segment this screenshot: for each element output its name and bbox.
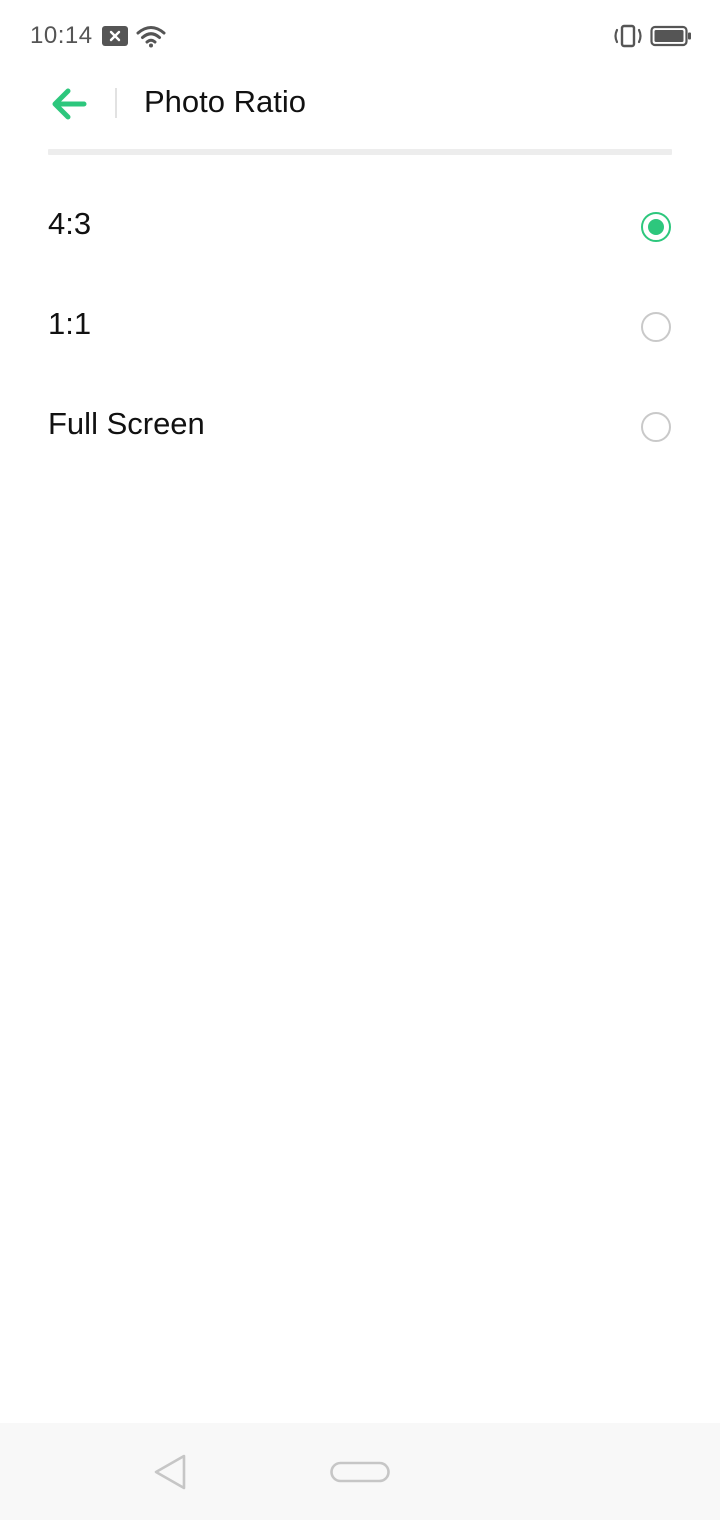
option-1-1[interactable]: 1:1 — [0, 276, 720, 376]
navigation-bar — [0, 1423, 720, 1520]
option-4-3[interactable]: 4:3 — [0, 176, 720, 276]
notification-icon — [102, 26, 128, 46]
radio-button[interactable] — [641, 412, 671, 442]
header-divider — [48, 149, 672, 155]
option-full-screen[interactable]: Full Screen — [0, 376, 720, 476]
option-label: 4:3 — [48, 206, 92, 241]
radio-button-checked[interactable] — [641, 212, 671, 242]
battery-icon — [650, 25, 691, 47]
back-button[interactable] — [44, 80, 96, 128]
page-title: Photo Ratio — [144, 84, 306, 119]
option-label: Full Screen — [48, 406, 205, 441]
vibrate-icon — [614, 24, 642, 48]
status-bar: 10:14 — [0, 0, 720, 72]
arrow-left-icon — [52, 88, 87, 120]
nav-back-icon[interactable] — [152, 1453, 188, 1491]
wifi-icon — [136, 26, 166, 48]
toolbar-divider — [115, 88, 117, 118]
status-time: 10:14 — [30, 22, 93, 49]
option-label: 1:1 — [48, 306, 92, 341]
toolbar: Photo Ratio — [0, 72, 720, 142]
photo-ratio-options: 4:3 1:1 Full Screen — [0, 176, 720, 476]
radio-button[interactable] — [641, 312, 671, 342]
nav-home-icon[interactable] — [330, 1461, 390, 1483]
